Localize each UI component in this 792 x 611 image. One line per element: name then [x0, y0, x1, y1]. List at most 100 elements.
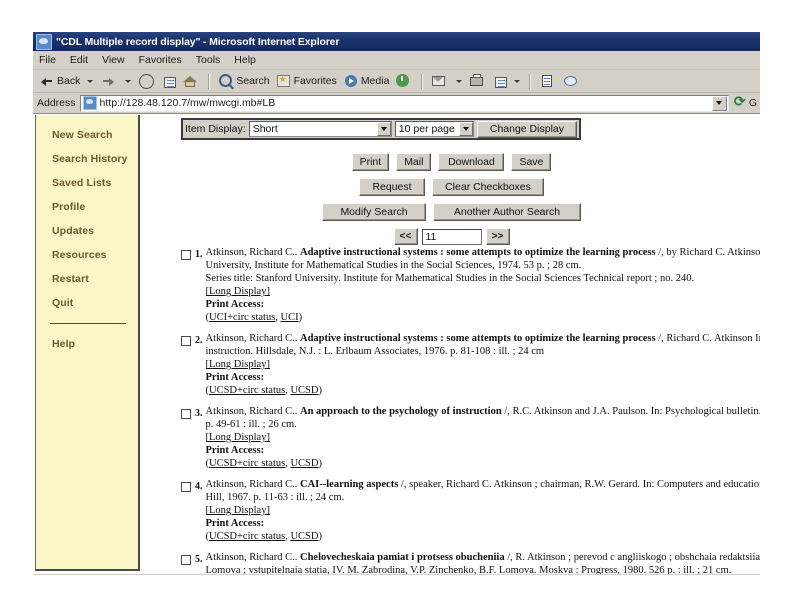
- prev-page-button[interactable]: <<: [393, 228, 418, 245]
- record-body: Atkinson, Richard C.. An approach to the…: [206, 405, 761, 470]
- record-author: Atkinson, Richard C..: [205, 479, 298, 490]
- long-display-link[interactable]: [Long Display]: [206, 432, 270, 443]
- holdings-close-paren: ): [298, 312, 303, 323]
- print-records-button[interactable]: Print: [351, 153, 390, 171]
- record-row: 2. Atkinson, Richard C.. Adaptive instru…: [143, 332, 760, 397]
- menu-item-help[interactable]: Help: [234, 54, 256, 66]
- search-button[interactable]: Search: [216, 71, 271, 91]
- chevron-down-icon-2[interactable]: [458, 122, 473, 136]
- sidebar-item-profile[interactable]: Profile: [36, 195, 138, 219]
- record-number: 1.: [195, 249, 203, 260]
- sidebar-item-updates[interactable]: Updates: [36, 219, 138, 243]
- holdings-close-paren: ): [318, 458, 322, 469]
- stop-button[interactable]: [136, 71, 158, 91]
- record-checkbox[interactable]: [181, 555, 191, 565]
- menu-item-tools[interactable]: Tools: [196, 54, 221, 66]
- ie-document-icon: [36, 33, 52, 50]
- back-button[interactable]: Back: [37, 71, 82, 91]
- sidebar-item-restart[interactable]: Restart: [36, 267, 138, 291]
- long-display-link[interactable]: [Long Display]: [206, 286, 270, 297]
- record-number: 5.: [195, 554, 203, 565]
- mail-records-button[interactable]: Mail: [396, 153, 432, 171]
- history-button[interactable]: [393, 71, 415, 91]
- forward-button[interactable]: [98, 71, 120, 91]
- per-page-value: 10 per page: [398, 123, 455, 135]
- media-button[interactable]: Media: [341, 71, 392, 91]
- holdings-close-paren: ): [318, 385, 322, 396]
- media-label: Media: [360, 75, 390, 87]
- sidebar-item-resources[interactable]: Resources: [36, 243, 138, 267]
- sidebar-item-saved-lists[interactable]: Saved Lists: [36, 171, 138, 195]
- item-display-select[interactable]: Short: [248, 121, 392, 137]
- circ-status-link[interactable]: UCSD+circ status: [209, 531, 285, 542]
- circ-status-link[interactable]: UCI+circ status: [209, 312, 275, 323]
- print-button[interactable]: [467, 71, 489, 91]
- back-label: Back: [57, 75, 81, 87]
- discuss-button[interactable]: [537, 71, 559, 91]
- holdings-line: (UCSD+circ status, UCSD): [206, 530, 761, 543]
- chat-bubble-icon: [563, 73, 579, 89]
- forward-arrow-icon: [100, 73, 116, 89]
- request-button[interactable]: Request: [359, 178, 425, 196]
- home-button[interactable]: [180, 71, 202, 91]
- favorites-label: Favorites: [293, 75, 337, 87]
- clear-checkboxes-button[interactable]: Clear Checkboxes: [432, 178, 544, 196]
- record-author: Atkinson, Richard C..: [205, 247, 298, 258]
- document-icon: [539, 73, 555, 89]
- library-link[interactable]: UCSD: [290, 458, 318, 469]
- edit-dropdown-icon[interactable]: [514, 79, 521, 83]
- menu-item-favorites[interactable]: Favorites: [139, 54, 182, 66]
- menu-item-file[interactable]: File: [39, 54, 56, 66]
- library-link[interactable]: UCSD: [290, 385, 318, 396]
- modify-search-button[interactable]: Modify Search: [322, 203, 426, 221]
- screenshot-canvas: "CDL Multiple record display" - Microsof…: [0, 0, 792, 611]
- another-author-search-button[interactable]: Another Author Search: [433, 203, 581, 221]
- favorites-button[interactable]: Favorites: [274, 71, 339, 91]
- change-display-button[interactable]: Change Display: [476, 120, 577, 138]
- menu-item-edit[interactable]: Edit: [70, 54, 88, 66]
- circ-status-link[interactable]: UCSD+circ status: [209, 458, 285, 469]
- save-records-button[interactable]: Save: [511, 153, 552, 171]
- action-row-2: Request Clear Checkboxes: [143, 178, 760, 196]
- printer-icon: [469, 73, 485, 89]
- sidebar-nav: New Search Search History Saved Lists Pr…: [35, 115, 140, 571]
- sidebar-item-search-history[interactable]: Search History: [36, 147, 138, 171]
- library-link[interactable]: UCI: [281, 312, 299, 323]
- circ-status-link[interactable]: UCSD+circ status: [209, 385, 285, 396]
- next-page-button[interactable]: >>: [485, 228, 510, 245]
- chevron-down-icon[interactable]: [376, 122, 391, 136]
- record-title: Adaptive instructional systems : some at…: [300, 247, 656, 258]
- sidebar-item-new-search[interactable]: New Search: [36, 123, 138, 147]
- record-author: Atkinson, Richard C..: [205, 333, 298, 344]
- sidebar-item-help[interactable]: Help: [36, 332, 138, 356]
- address-url-text: http://128.48.120.7/mw/mwcgi.mb#LB: [99, 97, 276, 109]
- refresh-button[interactable]: [160, 71, 178, 91]
- menu-item-view[interactable]: View: [102, 54, 125, 66]
- record-number: 3.: [195, 408, 203, 419]
- address-dropdown-icon[interactable]: [711, 95, 727, 111]
- record-checkbox[interactable]: [181, 482, 191, 492]
- holdings-close-paren: ): [318, 531, 322, 542]
- address-label: Address: [37, 97, 76, 109]
- per-page-select[interactable]: 10 per page: [394, 121, 474, 137]
- download-records-button[interactable]: Download: [438, 153, 505, 171]
- long-display-link[interactable]: [Long Display]: [206, 359, 270, 370]
- back-dropdown-icon[interactable]: [87, 79, 94, 83]
- record-checkbox[interactable]: [181, 409, 191, 419]
- page-number-input[interactable]: 11: [421, 228, 482, 245]
- forward-dropdown-icon[interactable]: [125, 79, 132, 83]
- record-checkbox[interactable]: [181, 336, 191, 346]
- item-display-value: Short: [252, 123, 278, 135]
- long-display-link[interactable]: [Long Display]: [206, 505, 270, 516]
- go-button[interactable]: G: [734, 93, 760, 110]
- mail-dropdown-icon[interactable]: [456, 79, 463, 83]
- edit-button[interactable]: [491, 71, 509, 91]
- mail-button[interactable]: [429, 71, 451, 91]
- messenger-button[interactable]: [561, 71, 583, 91]
- record-checkbox[interactable]: [181, 250, 191, 260]
- sidebar-item-quit[interactable]: Quit: [36, 291, 138, 315]
- library-link[interactable]: UCSD: [290, 531, 318, 542]
- holdings-line: (UCSD+circ status, UCSD): [206, 457, 761, 470]
- print-access-label: Print Access:: [205, 518, 265, 529]
- address-input[interactable]: http://128.48.120.7/mw/mwcgi.mb#LB: [79, 94, 729, 112]
